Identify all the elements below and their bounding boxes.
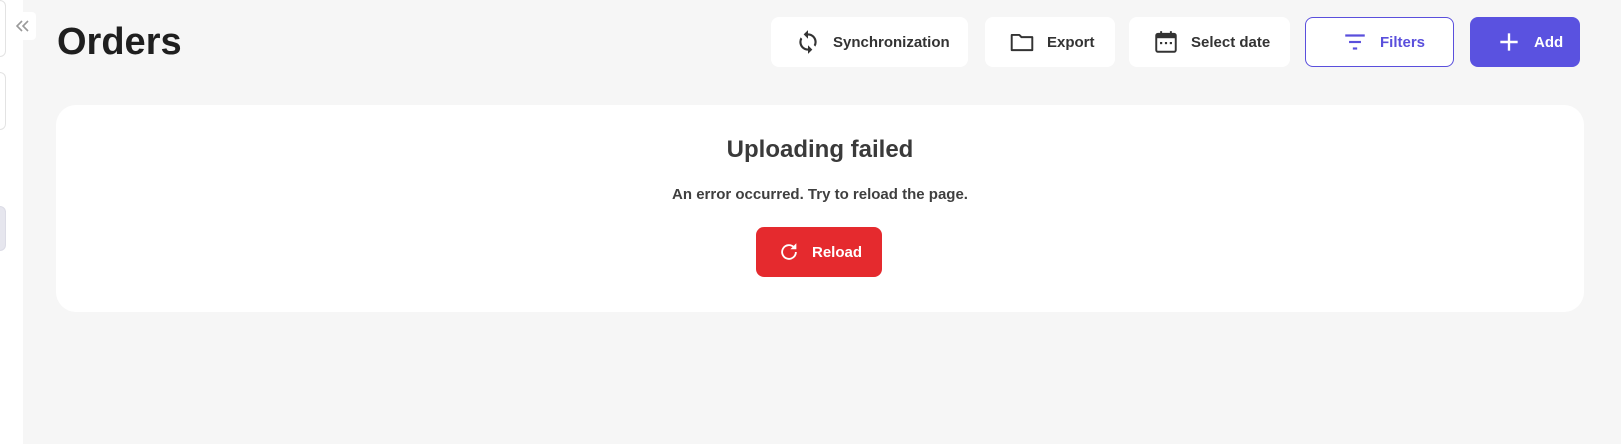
select-date-button[interactable]: Select date <box>1129 17 1290 67</box>
add-button[interactable]: Add <box>1470 17 1580 67</box>
error-message: An error occurred. Try to reload the pag… <box>672 186 968 203</box>
calendar-icon <box>1153 29 1179 55</box>
error-title: Uploading failed <box>726 136 914 163</box>
reload-icon <box>781 243 797 260</box>
synchronization-button[interactable]: Synchronization <box>771 17 968 67</box>
sidebar-item[interactable] <box>0 72 6 130</box>
sync-icon <box>795 29 821 55</box>
filter-icon <box>1342 29 1368 55</box>
add-label: Add <box>1534 33 1564 51</box>
filters-label: Filters <box>1380 33 1426 51</box>
reload-label: Reload <box>812 243 863 261</box>
sidebar-item[interactable] <box>0 0 6 57</box>
select-date-label: Select date <box>1191 33 1271 51</box>
double-chevron-left-icon <box>15 20 29 32</box>
filters-button[interactable]: Filters <box>1305 17 1454 67</box>
reload-button[interactable]: Reload <box>756 227 882 277</box>
error-card: Uploading failed An error occurred. Try … <box>56 105 1584 312</box>
sidebar-collapse-button[interactable] <box>9 12 36 40</box>
plus-icon <box>1496 29 1522 55</box>
export-button[interactable]: Export <box>985 17 1115 67</box>
page-title: Orders <box>57 21 182 63</box>
folder-icon <box>1009 29 1035 55</box>
synchronization-label: Synchronization <box>833 33 950 51</box>
sidebar-item-active[interactable] <box>0 206 6 251</box>
export-label: Export <box>1047 33 1095 51</box>
